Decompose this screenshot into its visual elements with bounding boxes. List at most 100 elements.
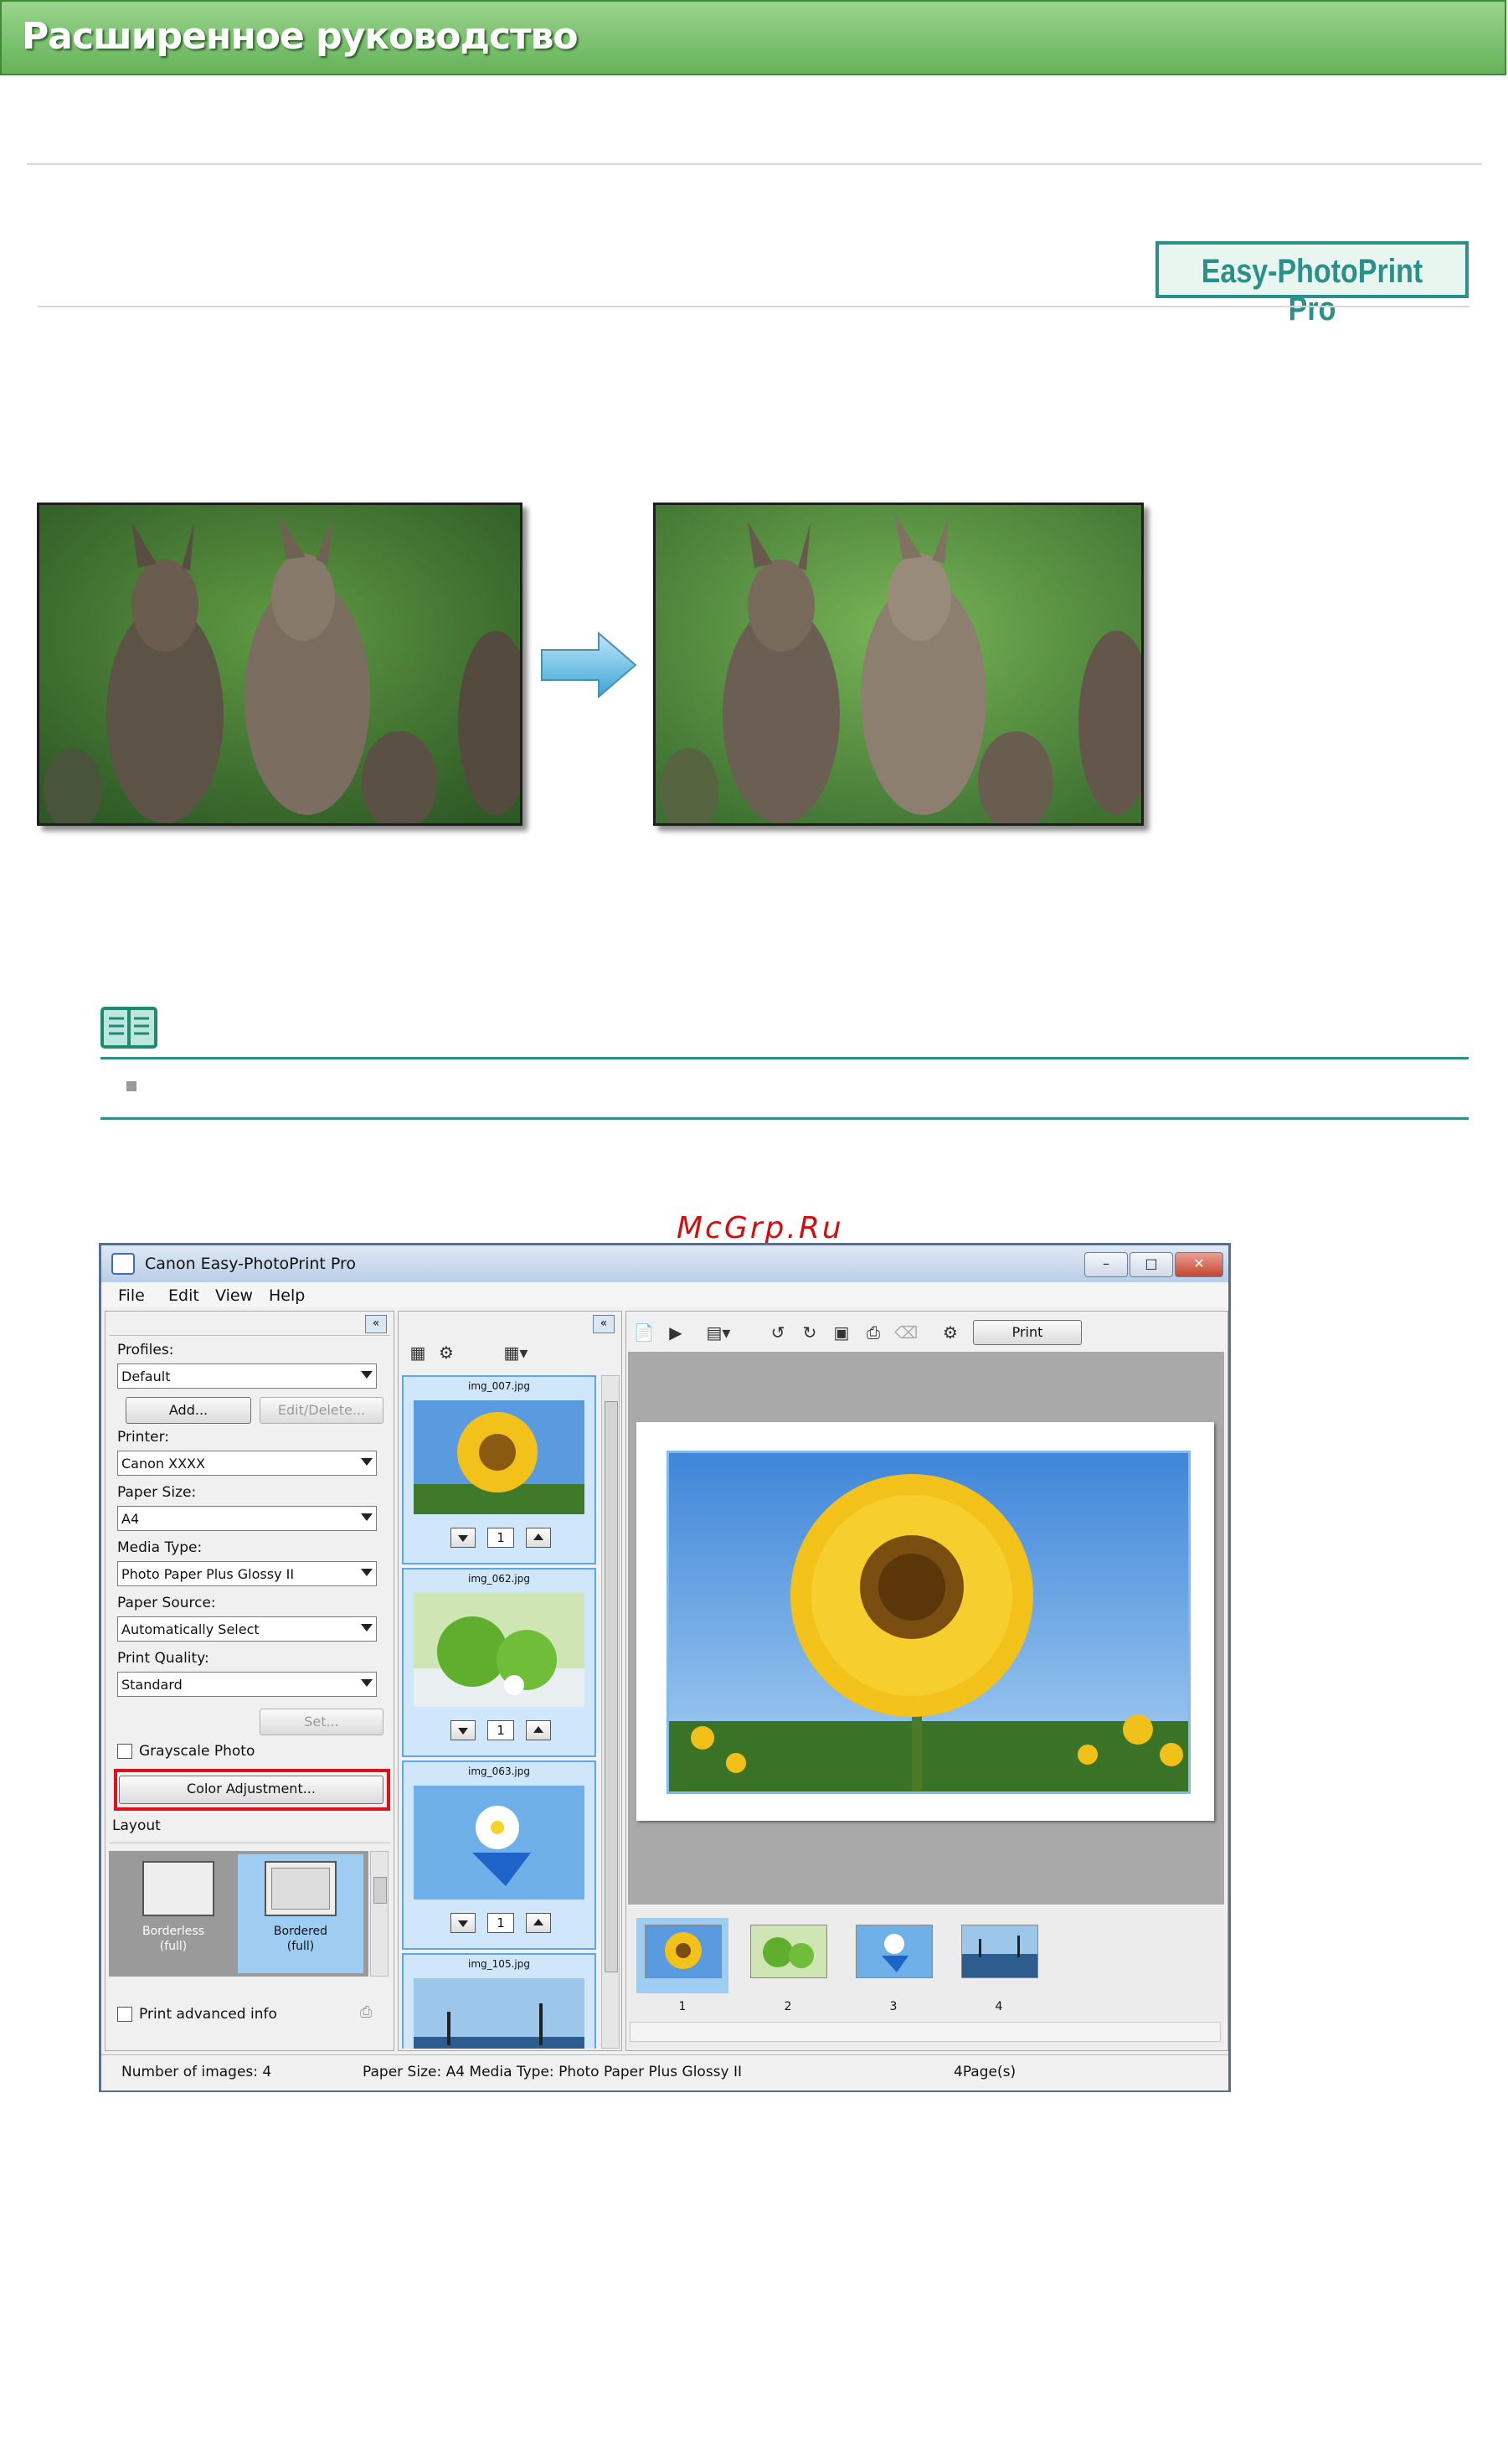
minimize-button[interactable]: – [1084,1252,1128,1277]
page-header-title: Расширенное руководство [22,15,579,58]
layout-thumb [142,1861,214,1916]
chevron-down-icon [361,1513,373,1521]
open-icon[interactable]: 📄 [633,1322,655,1343]
decrement-button[interactable] [450,1720,476,1740]
print-quality-value: Standard [121,1677,183,1693]
page-thumb-1[interactable]: 1 [636,1918,728,2013]
copies-stepper[interactable]: 1 [450,1913,551,1933]
paper-source-value: Automatically Select [121,1621,260,1637]
page-thumb-2[interactable]: 2 [742,1918,834,2013]
thumb-tool-icon[interactable]: ⚙ [435,1342,457,1363]
sunflower-image [645,1925,722,1978]
apples-image [750,1925,827,1978]
grayscale-checkbox[interactable] [117,1744,132,1759]
profiles-label: Profiles: [117,1342,174,1358]
after-photo [653,503,1144,826]
paper-source-select[interactable]: Automatically Select [117,1616,377,1642]
view-mode-icon[interactable]: ▦▾ [496,1342,536,1363]
arrow-right-icon [540,630,639,700]
page-preview [636,1422,1214,1821]
layout-name: Borderless [142,1925,205,1938]
print-preview-icon[interactable]: ⎙ [862,1322,884,1343]
paper-size-label: Paper Size: [117,1484,197,1501]
settings-icon[interactable]: ⚙ [939,1322,961,1343]
layout-menu-icon[interactable]: ▤▾ [702,1322,735,1343]
menu-bar: File Edit View Help [101,1282,1228,1307]
print-button[interactable]: Print [973,1320,1082,1345]
copies-stepper[interactable]: 1 [450,1528,551,1548]
add-profile-button[interactable]: Add... [126,1397,251,1424]
insert-icon[interactable]: ▶ [665,1322,687,1343]
product-badge: Easy-PhotoPrint Pro [1155,241,1469,327]
app-icon [111,1253,135,1275]
print-quality-select[interactable]: Standard [117,1672,377,1697]
thumbnail-card[interactable]: img_062.jpg 1 [402,1568,596,1757]
thumbnail-card[interactable]: img_105.jpg [402,1953,596,2049]
copies-value[interactable]: 1 [487,1913,514,1933]
increment-button[interactable] [526,1720,551,1740]
collapse-thumbs-icon[interactable]: « [593,1315,615,1333]
menu-help[interactable]: Help [269,1286,305,1305]
media-type-select[interactable]: Photo Paper Plus Glossy II [117,1561,377,1586]
thumbnail-list: img_007.jpg 1 img_062.jpg 1 img_063.jpg … [399,1375,600,2049]
layout-scrollbar[interactable] [370,1851,389,1977]
thumbnail-card[interactable]: img_063.jpg 1 [402,1760,596,1950]
copies-stepper[interactable]: 1 [450,1720,551,1740]
thumbnail-filename: img_062.jpg [468,1573,530,1585]
thumbnail-filename: img_105.jpg [468,1958,530,1970]
page-strip-scrollbar[interactable] [630,2022,1221,2042]
select-all-icon[interactable]: ▦ [407,1342,429,1363]
page-number: 4 [995,2000,1003,2013]
page-thumb-3[interactable]: 3 [847,1918,939,2013]
preview-panel: 📄 ▶ ▤▾ ↺ ↻ ▣ ⎙ ⌫ ⚙ Print 1 2 3 4 [625,1311,1228,2051]
paper-size-select[interactable]: A4 [117,1506,377,1531]
collapse-panel-icon[interactable]: « [365,1315,387,1333]
status-images: Number of images: 4 [121,2064,272,2080]
increment-button[interactable] [526,1913,551,1933]
menu-file[interactable]: File [118,1286,145,1305]
printer-select[interactable]: Canon XXXX [117,1451,377,1476]
preview-photo[interactable] [667,1451,1191,1794]
copies-value[interactable]: 1 [487,1528,514,1548]
edit-delete-button[interactable]: Edit/Delete... [260,1397,383,1424]
increment-button[interactable] [526,1528,551,1548]
rotate-right-icon[interactable]: ↻ [799,1322,821,1343]
status-bar: Number of images: 4 Paper Size: A4 Media… [101,2054,1228,2090]
set-button[interactable]: Set... [260,1709,383,1735]
close-button[interactable]: ✕ [1175,1252,1223,1277]
maximize-button[interactable]: □ [1130,1252,1173,1277]
page-thumb-4[interactable]: 4 [953,1918,1045,2013]
title-bar: Canon Easy-PhotoPrint Pro – □ ✕ [101,1245,1228,1282]
layout-label: Layout [112,1817,161,1834]
flower-glass-image [856,1925,933,1978]
rotate-left-icon[interactable]: ↺ [767,1322,789,1343]
thumbnail-scrollbar[interactable] [601,1375,620,2049]
printer-info-icon[interactable]: ⎙ [360,2003,382,2023]
app-window: Canon Easy-PhotoPrint Pro – □ ✕ File Edi… [99,1243,1231,2092]
apples-image [414,1593,584,1707]
watermark: McGrp.Ru [677,1211,844,1245]
layout-borderless[interactable]: Borderless (full) [112,1854,234,1973]
status-pages: 4Page(s) [954,2064,1016,2080]
decrement-button[interactable] [450,1913,476,1933]
print-advanced-checkbox[interactable] [117,2007,132,2022]
printer-value: Canon XXXX [121,1456,205,1472]
note-divider [100,1057,1469,1059]
delete-icon[interactable]: ⌫ [894,1322,918,1343]
layout-name: Bordered [273,1925,328,1938]
crop-icon[interactable]: ▣ [831,1322,852,1343]
layout-list: Borderless (full) Bordered (full) [109,1851,368,1977]
print-quality-label: Print Quality: [117,1650,209,1667]
page-strip: 1 2 3 4 [628,1908,1224,2049]
thumbnail-card[interactable]: img_007.jpg 1 [402,1375,596,1564]
decrement-button[interactable] [450,1528,476,1548]
profiles-select[interactable]: Default [117,1363,377,1389]
copies-value[interactable]: 1 [487,1720,514,1740]
chevron-down-icon [361,1624,373,1631]
menu-view[interactable]: View [215,1286,253,1305]
chevron-down-icon [361,1458,373,1466]
color-adjustment-button[interactable]: Color Adjustment... [119,1776,383,1804]
product-badge-label: Easy-PhotoPrint Pro [1201,253,1423,327]
menu-edit[interactable]: Edit [168,1286,199,1305]
layout-bordered[interactable]: Bordered (full) [238,1854,363,1973]
